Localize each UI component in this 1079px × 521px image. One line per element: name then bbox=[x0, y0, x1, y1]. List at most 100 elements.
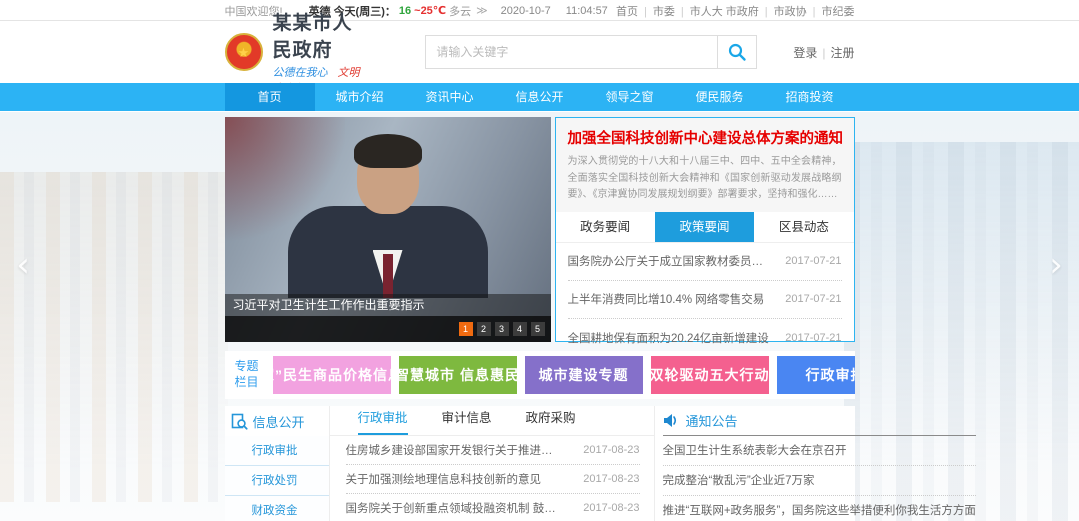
carousel-dot[interactable]: 5 bbox=[531, 322, 545, 336]
bottom-row: 信息公开 行政审批行政处罚财政资金审计信息 行政审批 审计信息 政府采购 住房城乡建… bbox=[225, 406, 855, 521]
news-headline-link[interactable]: 加强全国科技创新中心建设总体方案的通知 bbox=[568, 127, 842, 148]
skyline-left bbox=[0, 172, 228, 502]
news-item-date: 2017-07-21 bbox=[785, 255, 841, 267]
topbar-date: 2020-10-7 bbox=[501, 5, 551, 17]
info-list: 住房城乡建设部国家开发银行关于推进开发性2017-08-23关于加强测绘地理信息… bbox=[330, 436, 654, 521]
news-tab[interactable]: 区县动态 bbox=[754, 212, 853, 242]
info-menu: 行政审批行政处罚财政资金审计信息 bbox=[225, 436, 329, 521]
topbar-link[interactable]: 市政协 bbox=[774, 6, 807, 18]
news-panel: 加强全国科技创新中心建设总体方案的通知 为深入贯彻党的十八大和十八届三中、四中、… bbox=[555, 117, 855, 342]
topbar: 中国欢迎您! 英德 今天(周三)： 16 ~25℃ 多云 ≫ 2020-10-7… bbox=[0, 0, 1079, 21]
special-banner[interactable]: 双轮驱动五大行动 bbox=[651, 356, 769, 394]
nav-item[interactable]: 便民服务 bbox=[675, 83, 765, 111]
topbar-link-separator: | bbox=[813, 6, 816, 18]
news-tab[interactable]: 政务要闻 bbox=[556, 212, 655, 242]
info-sidebar: 信息公开 行政审批行政处罚财政资金审计信息 bbox=[225, 406, 330, 521]
special-banner[interactable]: 家”民生商品价格信息 bbox=[273, 356, 391, 394]
nav-item[interactable]: 领导之窗 bbox=[585, 83, 675, 111]
info-item-date: 2017-08-23 bbox=[583, 502, 639, 514]
carousel-dot[interactable]: 4 bbox=[513, 322, 527, 336]
info-item[interactable]: 住房城乡建设部国家开发银行关于推进开发性 2017-08-23 bbox=[346, 436, 640, 465]
info-item-date: 2017-08-23 bbox=[583, 473, 639, 485]
info-menu-item[interactable]: 财政资金 bbox=[225, 496, 329, 521]
topbar-link[interactable]: 市委 bbox=[653, 6, 675, 18]
info-menu-item[interactable]: 行政审批 bbox=[225, 436, 329, 466]
news-item-date: 2017-07-21 bbox=[785, 332, 841, 344]
info-item-title: 住房城乡建设部国家开发银行关于推进开发性 bbox=[346, 442, 561, 458]
register-link[interactable]: 注册 bbox=[830, 46, 854, 60]
auth-links: 登录|注册 bbox=[793, 44, 854, 61]
topbar-link[interactable]: 市纪委 bbox=[822, 6, 855, 18]
news-tabs: 政务要闻政策要闻区县动态 bbox=[556, 212, 854, 243]
news-item-title: 全国耕地保有面积为20.24亿亩新增建设 bbox=[568, 330, 769, 346]
nav-item[interactable]: 首页 bbox=[225, 83, 315, 111]
nav-item[interactable]: 信息公开 bbox=[495, 83, 585, 111]
topbar-time: 11:04:57 bbox=[566, 5, 608, 17]
special-banner[interactable]: 城市建设专题 bbox=[525, 356, 643, 394]
notice-item[interactable]: 推进“互联网+政务服务”，国务院这些举措便利你我生活方方面 bbox=[663, 496, 976, 521]
info-tab[interactable]: 政府采购 bbox=[526, 407, 576, 435]
special-topics-label: 专题 栏目 bbox=[229, 359, 265, 390]
news-item[interactable]: 上半年消费同比增10.4% 网络零售交易2017-07-21 bbox=[568, 281, 842, 319]
topbar-link[interactable]: 市人大 市政府 bbox=[690, 6, 759, 18]
nav-item[interactable]: 资讯中心 bbox=[405, 83, 495, 111]
nav-item[interactable]: 城市介绍 bbox=[315, 83, 405, 111]
news-item-title: 上半年消费同比增10.4% 网络零售交易 bbox=[568, 291, 765, 307]
nav-item[interactable]: 招商投资 bbox=[765, 83, 855, 111]
notice-item[interactable]: 全国卫生计生系统表彰大会在京召开 bbox=[663, 436, 976, 466]
carousel-slide-photo[interactable]: 习近平对卫生计生工作作出重要指示 12345 bbox=[225, 117, 551, 342]
info-tabs: 行政审批 审计信息 政府采购 bbox=[330, 406, 654, 436]
special-banner[interactable]: 行政审批 bbox=[777, 356, 855, 394]
news-item-title: 国务院办公厅关于成立国家教材委员会的通知 bbox=[568, 253, 773, 269]
info-item[interactable]: 关于加强测绘地理信息科技创新的意见 2017-08-23 bbox=[346, 465, 640, 494]
news-headline-block: 加强全国科技创新中心建设总体方案的通知 为深入贯彻党的十八大和十八届三中、四中、… bbox=[556, 118, 854, 212]
login-link[interactable]: 登录 bbox=[793, 46, 817, 60]
carousel-dot[interactable]: 1 bbox=[459, 322, 473, 336]
topbar-link-separator: | bbox=[644, 6, 647, 18]
topbar-link-separator: | bbox=[681, 6, 684, 18]
carousel-dot[interactable]: 2 bbox=[477, 322, 491, 336]
topbar-link-separator: | bbox=[765, 6, 768, 18]
info-item[interactable]: 国务院关于创新重点领域投融资机制 鼓励社 2017-08-23 bbox=[346, 494, 640, 521]
carousel-prev-icon[interactable]: ‹ bbox=[8, 248, 38, 284]
special-topics-row: 专题 栏目 家”民生商品价格信息智慧城市 信息惠民城市建设专题双轮驱动五大行动行… bbox=[225, 351, 855, 399]
search-icon bbox=[727, 42, 747, 62]
topbar-link[interactable]: 首页 bbox=[616, 6, 638, 18]
info-menu-item[interactable]: 行政处罚 bbox=[225, 466, 329, 496]
info-item-date: 2017-08-23 bbox=[583, 444, 639, 456]
info-section-header: 信息公开 bbox=[225, 406, 329, 436]
special-banners: 家”民生商品价格信息智慧城市 信息惠民城市建设专题双轮驱动五大行动行政审批 bbox=[273, 356, 855, 394]
news-headline-summary: 为深入贯彻党的十八大和十八届三中、四中、五中全会精神，全面落实全国科技创新大会精… bbox=[568, 154, 842, 204]
info-item-title: 关于加强测绘地理信息科技创新的意见 bbox=[346, 471, 542, 487]
speaker-icon bbox=[663, 413, 680, 428]
search-button[interactable] bbox=[717, 35, 757, 69]
topbar-links: 首页 | 市委 | 市人大 市政府 | 市政协 | 市纪委 bbox=[616, 3, 855, 19]
news-item[interactable]: 国务院办公厅关于成立国家教材委员会的通知 2017-07-21 bbox=[568, 243, 842, 281]
carousel-dot[interactable]: 3 bbox=[495, 322, 509, 336]
info-item-title: 国务院关于创新重点领域投融资机制 鼓励社 bbox=[346, 500, 561, 516]
national-emblem-logo: ★ bbox=[225, 33, 263, 71]
carousel-next-icon[interactable]: › bbox=[1041, 248, 1071, 284]
main-nav: 首页城市介绍资讯中心信息公开领导之窗便民服务招商投资 bbox=[0, 83, 1079, 111]
info-tab[interactable]: 行政审批 bbox=[358, 407, 408, 435]
notice-title: 通知公告 bbox=[686, 411, 738, 430]
news-tab[interactable]: 政策要闻 bbox=[655, 212, 754, 242]
notice-item[interactable]: 完成整治“散乱污”企业近7万家 bbox=[663, 466, 976, 496]
info-main: 行政审批 审计信息 政府采购 住房城乡建设部国家开发银行关于推进开发性 2017-08… bbox=[330, 406, 655, 521]
temp-low: 16 bbox=[399, 5, 411, 17]
hero-row: 习近平对卫生计生工作作出重要指示 12345 加强全国科技创新中心建设总体方案的… bbox=[225, 117, 855, 342]
info-section-title: 信息公开 bbox=[253, 412, 305, 431]
slogan-blue: 公德在我心 bbox=[273, 66, 328, 79]
page: 中国欢迎您! 英德 今天(周三)： 16 ~25℃ 多云 ≫ 2020-10-7… bbox=[0, 0, 1079, 521]
site-title: 某某市人民政府 bbox=[273, 8, 364, 62]
search-input[interactable] bbox=[425, 35, 717, 69]
weather-more-icon[interactable]: ≫ bbox=[476, 4, 488, 17]
news-list: 国务院办公厅关于成立国家教材委员会的通知 2017-07-21 上半年消费同比增10… bbox=[556, 243, 854, 357]
info-tab[interactable]: 审计信息 bbox=[442, 407, 492, 435]
temp-high: ~25℃ bbox=[414, 4, 446, 17]
site-header: ★ 某某市人民政府 公德在我心文明贵在行 登录|注册 bbox=[0, 21, 1079, 83]
doc-search-icon bbox=[231, 413, 248, 430]
carousel-caption[interactable]: 习近平对卫生计生工作作出重要指示 bbox=[225, 294, 551, 316]
special-banner[interactable]: 智慧城市 信息惠民 bbox=[399, 356, 517, 394]
carousel-pagination: 12345 bbox=[225, 316, 551, 342]
